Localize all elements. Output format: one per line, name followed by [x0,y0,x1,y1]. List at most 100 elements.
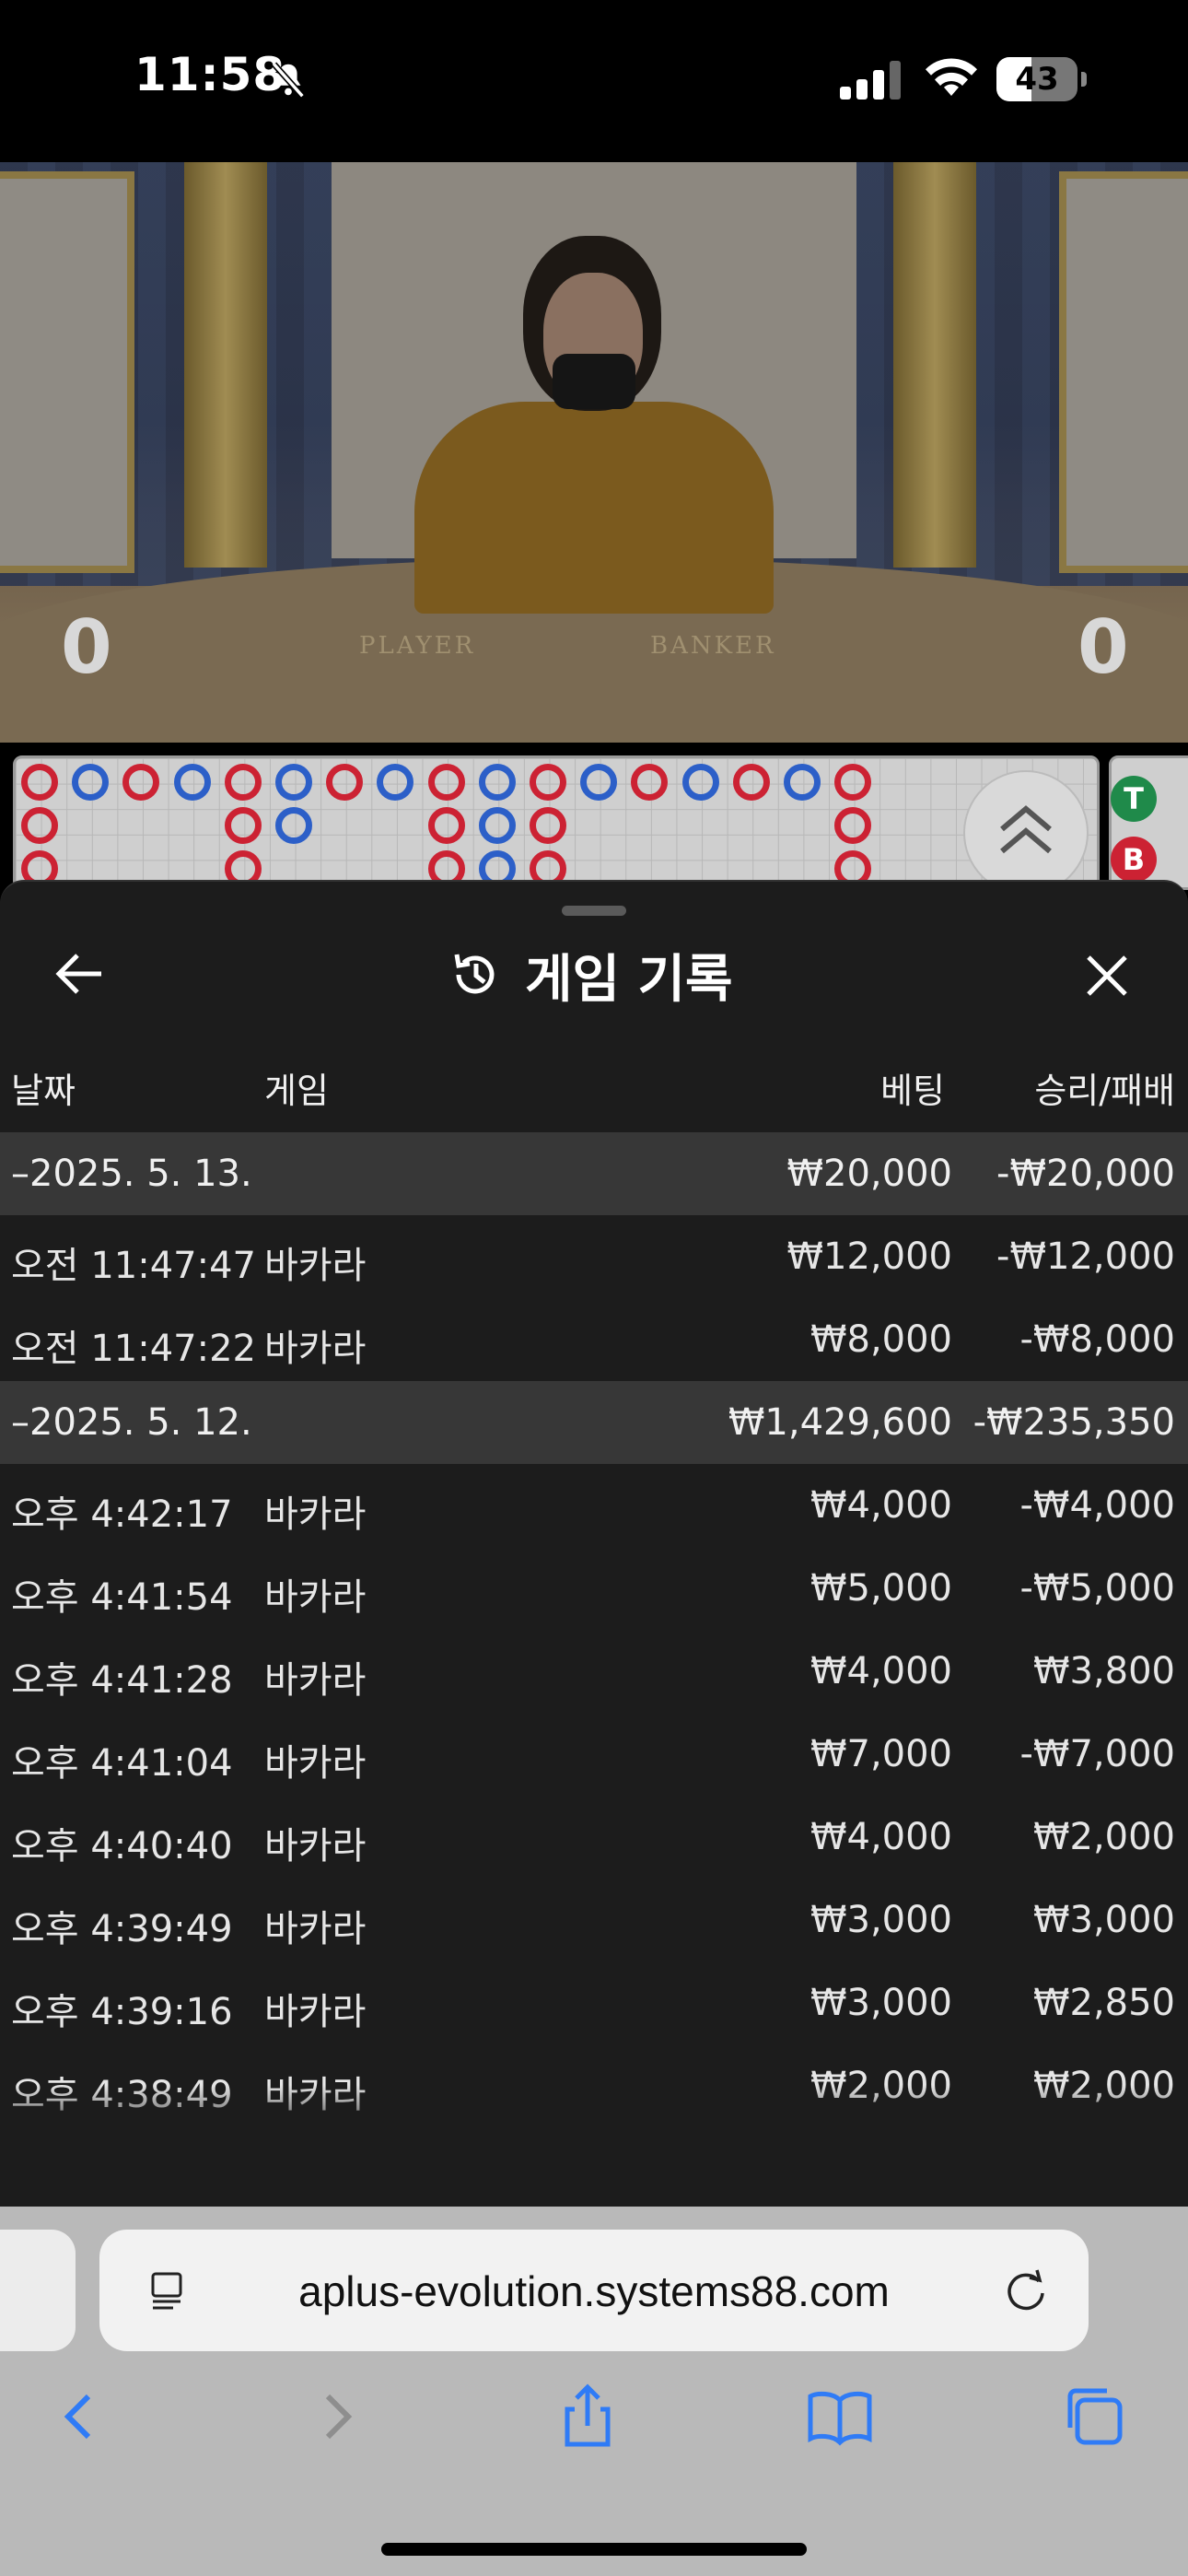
row-result: ₩2,850 [1032,1982,1175,2024]
back-icon[interactable] [44,2382,114,2452]
cellular-signal-icon [840,61,901,100]
banker-marker: B [1111,837,1157,883]
bead-marker [834,764,872,801]
browser-toolbar: aplus-evolution.systems88.com [0,2207,1188,2576]
row-game: 바카라 [264,1576,367,1619]
history-row[interactable]: 오후 4:41:54 바카라 ₩5,000 -₩5,000 [0,1547,1188,1630]
history-row[interactable]: 오전 11:47:22 바카라 ₩8,000 -₩8,000 [0,1298,1188,1381]
history-row[interactable]: 오후 4:39:49 바카라 ₩3,000 ₩3,000 [0,1879,1188,1961]
bead-marker [275,807,312,844]
history-row[interactable]: 오후 4:42:17 바카라 ₩4,000 -₩4,000 [0,1464,1188,1547]
row-game: 바카라 [264,1825,367,1868]
player-area-label: PLAYER [359,632,476,660]
history-row[interactable]: 오후 4:41:28 바카라 ₩4,000 ₩3,800 [0,1630,1188,1713]
row-result: ₩3,000 [1032,1899,1175,1941]
history-row[interactable]: 오후 4:40:40 바카라 ₩4,000 ₩2,000 [0,1796,1188,1879]
row-bet: ₩12,000 [786,1235,952,1278]
group-bet-total: ₩20,000 [786,1153,952,1195]
banker-score: 0 [1077,604,1129,690]
row-bet: ₩5,000 [809,1567,952,1610]
close-icon[interactable] [1079,948,1135,1003]
row-bet: ₩4,000 [809,1484,952,1527]
column-header-game: 게임 [264,1071,329,1111]
row-game: 바카라 [264,1493,367,1536]
row-result: -₩4,000 [1019,1484,1176,1527]
live-dealer-video[interactable]: PLAYER BANKER 0 0 [0,162,1188,743]
row-result: ₩2,000 [1032,1816,1175,1858]
row-time: 오전 11:47:22 [11,1328,256,1370]
group-date: –2025. 5. 12. [11,1401,252,1444]
status-time: 11:58 [134,48,286,101]
row-game: 바카라 [264,1245,367,1287]
bead-marker [580,764,618,801]
row-bet: ₩4,000 [809,1816,952,1858]
column-header-bet: 베팅 [880,1071,945,1111]
bead-marker [478,764,516,801]
bead-marker [427,764,465,801]
row-result: ₩3,800 [1032,1650,1175,1692]
row-result: -₩8,000 [1019,1318,1176,1361]
bead-marker [224,807,262,844]
row-result: -₩5,000 [1019,1567,1176,1610]
bead-marker [21,807,58,844]
row-time: 오후 4:41:54 [11,1576,233,1619]
history-row[interactable]: 오후 4:41:04 바카라 ₩7,000 -₩7,000 [0,1713,1188,1796]
row-game: 바카라 [264,1991,367,2033]
history-row[interactable]: 오후 4:39:16 바카라 ₩3,000 ₩2,850 [0,1961,1188,2044]
bead-marker [631,764,669,801]
tie-marker: T [1111,776,1157,822]
row-game: 바카라 [264,1908,367,1950]
bead-marker [732,764,770,801]
history-date-group[interactable]: –2025. 5. 12. ₩1,429,600 -₩235,350 [0,1381,1188,1464]
row-bet: ₩3,000 [809,1899,952,1941]
bead-marker [478,807,516,844]
group-bet-total: ₩1,429,600 [728,1401,952,1444]
tabs-icon[interactable] [1059,2382,1129,2452]
group-result-total: -₩235,350 [973,1401,1175,1444]
row-bet: ₩7,000 [809,1733,952,1775]
row-time: 오후 4:40:40 [11,1825,233,1868]
row-result: -₩7,000 [1019,1733,1176,1775]
column-header-date: 날짜 [11,1071,76,1111]
chevron-up-icon [1000,805,1052,854]
bead-road-map [13,755,1100,890]
row-time: 오후 4:41:04 [11,1742,233,1785]
row-bet: ₩8,000 [809,1318,952,1361]
reload-icon[interactable] [1002,2266,1052,2316]
history-icon [454,954,495,994]
url-text: aplus-evolution.systems88.com [298,2267,890,2315]
bead-marker [681,764,719,801]
sheet-title: 게임 기록 [448,943,733,1010]
previous-tab-preview[interactable] [0,2230,76,2351]
bead-marker [122,764,160,801]
bead-marker [72,764,110,801]
row-time: 오후 4:42:17 [11,1493,233,1536]
home-indicator [381,2543,807,2556]
game-history-sheet: 게임 기록 날짜 게임 베팅 승리/패배 –2025. 5. 13. ₩20,00… [0,880,1188,2208]
group-result-total: -₩20,000 [996,1153,1175,1195]
address-bar[interactable]: aplus-evolution.systems88.com [99,2230,1089,2351]
group-date: –2025. 5. 13. [11,1153,252,1195]
history-date-group[interactable]: –2025. 5. 13. ₩20,000 -₩20,000 [0,1132,1188,1215]
collapse-roadmap-button[interactable] [963,770,1089,896]
bead-marker [377,764,414,801]
wifi-icon [926,58,977,96]
share-icon[interactable] [553,2382,623,2452]
bead-marker [326,764,364,801]
banker-area-label: BANKER [650,632,776,660]
back-arrow-icon[interactable] [52,946,107,1001]
bead-marker [834,807,872,844]
bookmarks-icon[interactable] [805,2382,875,2452]
row-bet: ₩3,000 [809,1982,952,2024]
row-time: 오후 4:39:49 [11,1908,233,1950]
sheet-title-text: 게임 기록 [525,949,733,1010]
history-row[interactable]: 오전 11:47:47 바카라 ₩12,000 -₩12,000 [0,1215,1188,1298]
battery-percent: 43 [1015,61,1059,98]
bead-marker [784,764,821,801]
forward-icon[interactable] [302,2382,372,2452]
row-result: -₩12,000 [996,1235,1175,1278]
sheet-grabber[interactable] [562,906,626,916]
bead-marker [21,764,58,801]
bell-muted-icon [272,62,305,99]
battery-indicator: 43 [996,57,1087,101]
